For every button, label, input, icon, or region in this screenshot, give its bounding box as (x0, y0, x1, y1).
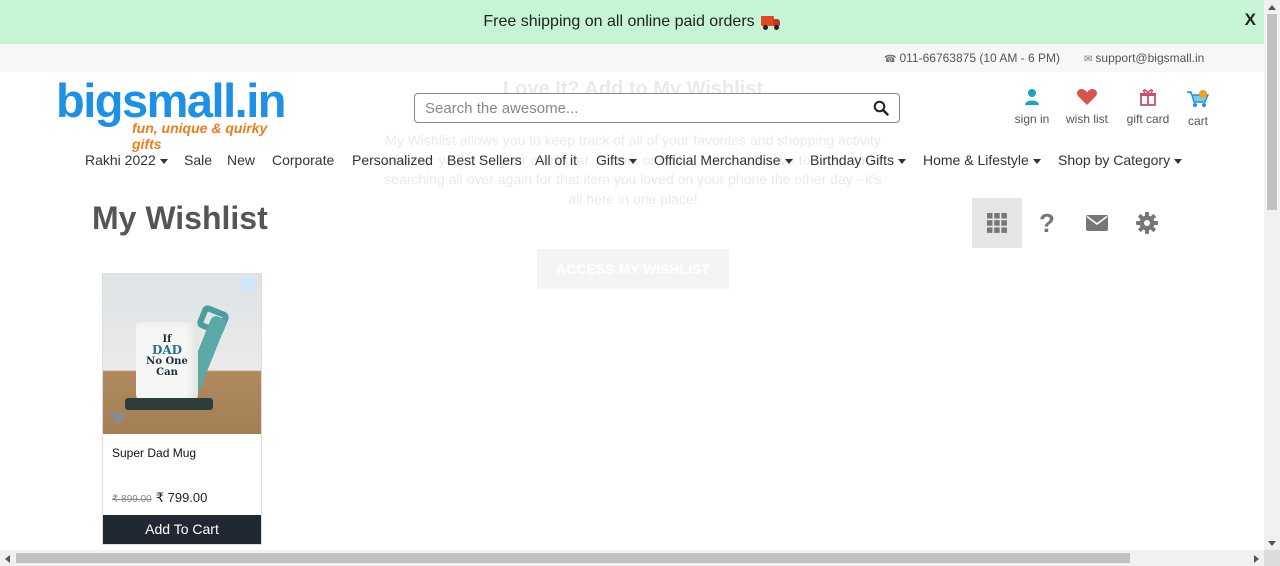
promo-banner: Free shipping on all online paid orders … (0, 0, 1264, 44)
nav-item-rakhi-2022[interactable]: Rakhi 2022 (85, 152, 168, 168)
vertical-scrollbar[interactable] (1264, 0, 1280, 550)
logo-wordmark: bigsmall.in (56, 74, 287, 127)
product-price: ₹ 899.00 ₹ 799.00 (112, 490, 207, 506)
brand-badge-icon (241, 277, 257, 293)
nav-item-official-merchandise[interactable]: Official Merchandise (654, 152, 793, 168)
user-icon (1025, 89, 1039, 105)
cart-link[interactable]: cart (1184, 88, 1212, 128)
gear-icon (1136, 212, 1158, 234)
envelope-icon: ✉ (1084, 54, 1093, 65)
nav-item-birthday-gifts[interactable]: Birthday Gifts (810, 152, 907, 168)
search-icon[interactable] (873, 100, 889, 116)
coaster (125, 398, 213, 410)
email-address: support@bigsmall.in (1095, 51, 1205, 65)
product-image[interactable]: If DAD No One Can (103, 274, 261, 434)
grid-icon (987, 213, 1007, 233)
cart-icon (1187, 90, 1210, 107)
nav-item-gifts[interactable]: Gifts (596, 152, 637, 168)
nav-item-best-sellers[interactable]: Best Sellers (447, 152, 522, 168)
heart-icon (1077, 89, 1097, 105)
nav-item-shop-by-category[interactable]: Shop by Category (1058, 152, 1183, 168)
wish-list-label: wish list (1065, 112, 1108, 126)
nav-item-all-of-it[interactable]: All of it (535, 152, 577, 168)
add-to-cart-button[interactable]: Add To Cart (103, 515, 261, 544)
nav-item-corporate[interactable]: Corporate (272, 152, 334, 168)
caret-down-icon (898, 158, 907, 164)
page: Free shipping on all online paid orders … (0, 0, 1280, 566)
scroll-down-icon[interactable] (1268, 541, 1276, 546)
gift-card-label: gift card (1126, 112, 1170, 126)
contact-bar: ☎ 011-66763875 (10 AM - 6 PM) ✉ support@bi… (0, 44, 1264, 72)
scroll-right-icon[interactable] (1254, 555, 1259, 563)
wish-list-link[interactable]: wish list (1064, 88, 1110, 126)
scrollbar-corner (1264, 550, 1280, 566)
cart-label: cart (1187, 114, 1208, 128)
help-button[interactable]: ? (1022, 198, 1072, 248)
email-wishlist-button[interactable] (1072, 198, 1122, 248)
original-price: ₹ 899.00 (112, 494, 152, 505)
gift-card-link[interactable]: gift card (1124, 88, 1172, 126)
sign-in-link[interactable]: sign in (1014, 88, 1050, 126)
access-wishlist-button[interactable]: ACCESS MY WISHLIST (537, 249, 729, 289)
mail-icon (1086, 215, 1108, 231)
mug-graphic: If DAD No One Can (136, 322, 198, 404)
settings-button[interactable] (1122, 198, 1172, 248)
phone-icon: ☎ (884, 54, 897, 65)
scroll-up-icon[interactable] (1268, 5, 1276, 10)
scroll-left-icon[interactable] (5, 555, 10, 563)
email-contact[interactable]: ✉ support@bigsmall.in (1084, 51, 1204, 65)
delivery-truck-icon (760, 15, 781, 30)
caret-down-icon (1174, 158, 1183, 164)
phone-contact[interactable]: ☎ 011-66763875 (10 AM - 6 PM) (884, 51, 1060, 65)
search-input[interactable] (415, 94, 855, 122)
vertical-scroll-thumb[interactable] (1267, 14, 1277, 210)
nav-item-sale[interactable]: Sale (184, 152, 212, 168)
horizontal-scroll-thumb[interactable] (16, 553, 1130, 563)
grid-view-button[interactable] (972, 198, 1022, 248)
nav-item-new[interactable]: New (227, 152, 255, 168)
mug-print: If DAD No One Can (146, 334, 188, 378)
gift-icon (1140, 89, 1156, 106)
close-banner-button[interactable]: X (1245, 10, 1256, 30)
page-title: My Wishlist (92, 200, 268, 236)
caret-down-icon (784, 158, 793, 164)
caret-down-icon (1032, 158, 1041, 164)
caret-down-icon (159, 158, 168, 164)
caret-down-icon (628, 158, 637, 164)
site-logo[interactable]: bigsmall.in fun, unique & quirky gifts (56, 74, 296, 152)
wishlist-product-card: If DAD No One Can Super Dad Mug ₹ 899.00… (102, 273, 262, 545)
nav-item-personalized[interactable]: Personalized (352, 152, 433, 168)
main-nav: Rakhi 2022 Sale New Corporate Personaliz… (0, 152, 1264, 172)
horizontal-scrollbar[interactable] (0, 550, 1264, 566)
phone-number: 011-66763875 (10 AM - 6 PM) (899, 51, 1061, 65)
promo-text: Free shipping on all online paid orders (483, 13, 755, 30)
nav-item-home-lifestyle[interactable]: Home & Lifestyle (923, 152, 1041, 168)
search-bar (414, 93, 900, 123)
product-name[interactable]: Super Dad Mug (112, 446, 196, 460)
help-icon: ? (1039, 207, 1055, 238)
sign-in-label: sign in (1014, 112, 1050, 126)
sale-price: ₹ 799.00 (155, 490, 208, 505)
wishlist-heart-icon[interactable] (109, 410, 127, 426)
